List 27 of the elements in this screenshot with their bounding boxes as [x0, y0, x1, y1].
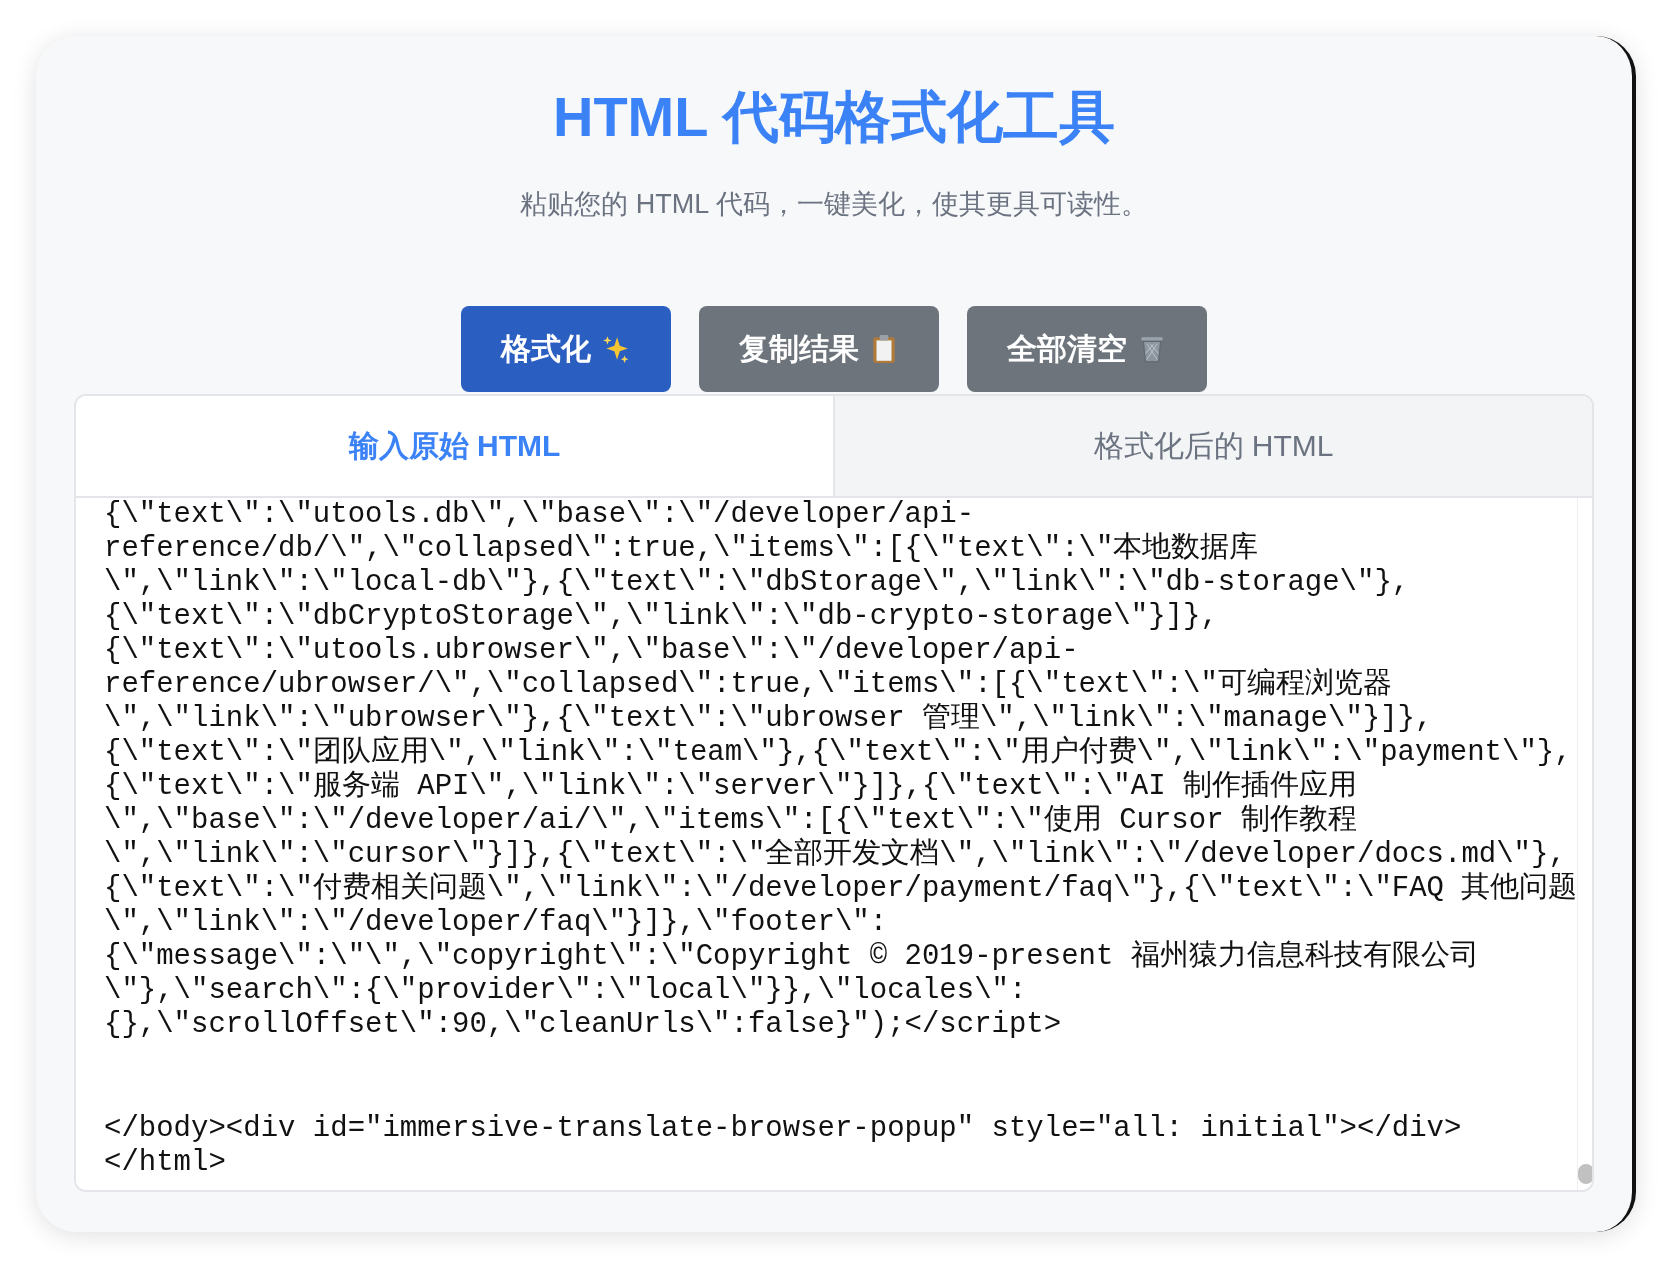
code-line: \",\"link\":\"ubrowser\"},{\"text\":\"ubrowser 管理\",\"link\":\"manage\"}]}, — [104, 702, 1434, 735]
code-line: </body><div id="immersive-translate-browser-popup" style="all: initial"></div> — [104, 1112, 1463, 1146]
code-line: \"},\"search\":{\"provider\":\"local\"}},\"locales\": — [104, 974, 1028, 1008]
scrollbar-thumb[interactable] — [1578, 1164, 1592, 1184]
code-line: {\"text\":\"utools.ubrowser\",\"base\":\"/developer/api- — [104, 634, 1080, 668]
page-subtitle: 粘贴您的 HTML 代码，一键美化，使其更具可读性。 — [520, 188, 1148, 221]
code-line: {\"message\":\"\",\"copyright\":\"Copyright © 2019-present 福州猿力信息科技有限公司 — [104, 940, 1480, 974]
clear-button[interactable]: 全部清空 — [967, 306, 1207, 392]
editor-tab[interactable]: 格式化后的 HTML — [835, 396, 1592, 496]
code-line: {},\"scrollOffset\":90,\"cleanUrls\":false}");</script> — [104, 1008, 1063, 1042]
code-line: \",\"link\":\"/developer/faq\"}]},\"footer\": — [104, 906, 889, 940]
format-button[interactable]: 格式化 — [461, 306, 671, 392]
copy-button[interactable]: 复制结果 — [699, 306, 939, 392]
code-line: \",\"link\":\"cursor\"}]},{\"text\":\"全部开发文档\",\"link\":\"/developer/docs.md\"}, — [104, 838, 1567, 872]
code-line: {\"text\":\"utools.db\",\"base\":\"/developer/api- — [104, 498, 976, 532]
code-line: reference/db/\",\"collapsed\":true,\"items\":[{\"text\":\"本地数据库 — [104, 532, 1260, 566]
code-line: {\"text\":\"dbCryptoStorage\",\"link\":\"db-crypto-storage\"}]}, — [104, 600, 1219, 634]
code-line: \",\"link\":\"local-db\"},{\"text\":\"dbStorage\",\"link\":\"db-storage\"}, — [104, 566, 1411, 600]
sparkles-icon — [601, 334, 631, 364]
code-line: </html> — [104, 1146, 227, 1180]
code-line: \",\"base\":\"/developer/ai/\",\"items\":[{\"text\":\"使用 Cursor 制作教程 — [104, 804, 1358, 837]
code-line: {\"text\":\"服务端 API\",\"link\":\"server\"}]},{\"text\":\"AI 制作插件应用 — [104, 770, 1358, 804]
page-title: HTML 代码格式化工具 — [552, 84, 1116, 150]
editor-tab[interactable]: 输入原始 HTML — [76, 396, 835, 496]
code-line: reference/ubrowser/\",\"collapsed\":true,\"items\":[{\"text\":\"可编程浏览器 — [104, 668, 1393, 702]
code-line: {\"text\":\"团队应用\",\"link\":\"team\"},{\"text\":\"用户付费\",\"link\":\"payment\"}, — [104, 736, 1573, 769]
code-line: {\"text\":\"付费相关问题\",\"link\":\"/developer/payment/faq\"},{\"text\":\"FAQ 其他问题 — [104, 872, 1578, 906]
